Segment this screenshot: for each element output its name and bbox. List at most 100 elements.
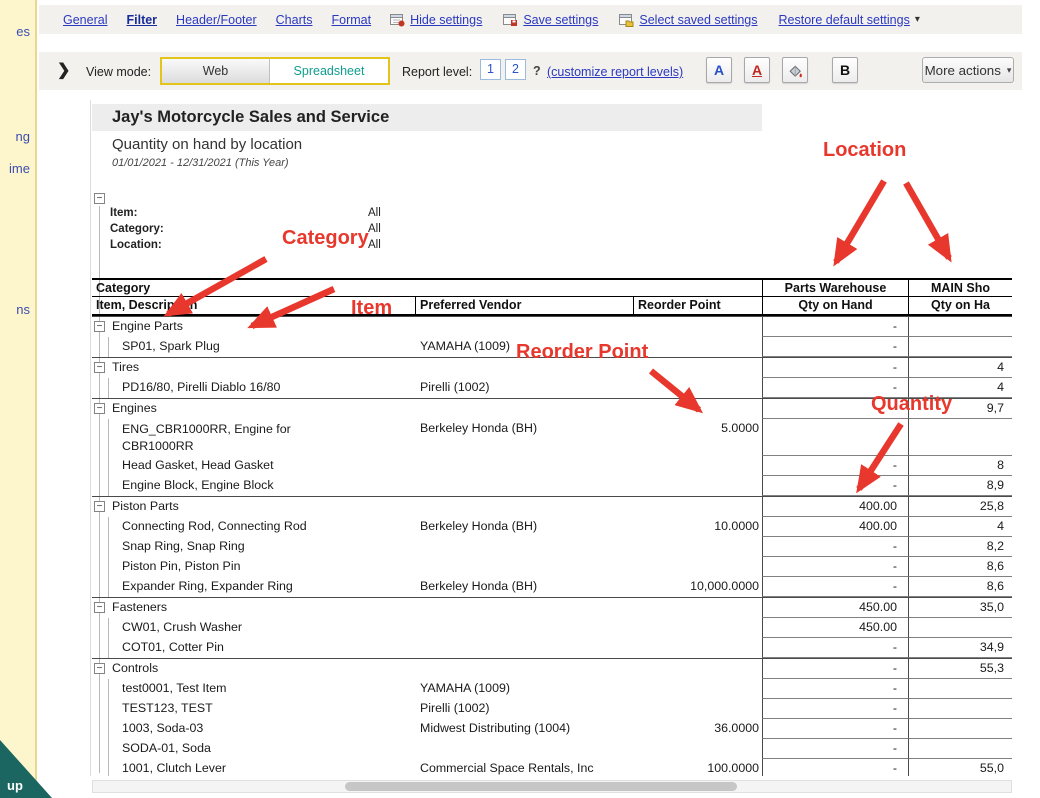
vendor-cell — [415, 598, 633, 618]
report-left-border — [90, 100, 91, 776]
category-row: − Piston Parts 400.00 25,8 — [92, 496, 1012, 517]
table-header-row-2: Item, Description Preferred Vendor Reord… — [92, 297, 1012, 316]
reorder-point-cell — [633, 399, 762, 419]
qty-parts-warehouse-cell: - — [762, 638, 908, 658]
name-cell: test0001, Test Item — [92, 679, 415, 699]
bold-button[interactable]: B — [832, 57, 858, 83]
save-settings-icon — [503, 13, 518, 27]
tab-format[interactable]: Format — [331, 13, 371, 27]
item-row: Head Gasket, Head Gasket -8 — [92, 456, 1012, 476]
company-name: Jay's Motorcycle Sales and Service — [92, 104, 762, 131]
corner-fold-label: up — [7, 778, 23, 793]
collapse-toggle-icon[interactable]: − — [94, 403, 105, 414]
reorder-point-cell — [633, 598, 762, 618]
help-icon[interactable]: ? — [533, 64, 541, 78]
horizontal-scrollbar[interactable] — [92, 780, 1012, 793]
qty-parts-warehouse-cell: - — [762, 476, 908, 496]
name-cell: SODA-01, Soda — [92, 739, 415, 759]
vendor-cell — [415, 399, 633, 419]
column-header-category: Category — [96, 281, 151, 295]
qty-parts-warehouse-cell: - — [762, 358, 908, 378]
reorder-point-cell — [633, 378, 762, 398]
vendor-cell: Commercial Space Rentals, Inc — [420, 761, 594, 775]
report-title: Quantity on hand by location — [112, 136, 303, 153]
column-header-item: Item, Description — [96, 298, 198, 312]
collapse-toggle-icon[interactable]: − — [94, 602, 105, 613]
column-header-location-2: MAIN Sho — [908, 280, 1012, 296]
collapse-toggle-icon[interactable]: − — [94, 501, 105, 512]
reorder-point-cell — [633, 739, 762, 759]
qty-parts-warehouse-cell: - — [762, 456, 908, 476]
qty-main-shop-cell — [908, 419, 1012, 456]
collapse-toggle-icon[interactable]: − — [94, 193, 105, 204]
tab-charts[interactable]: Charts — [276, 13, 313, 27]
collapse-toggle-icon[interactable]: − — [94, 663, 105, 674]
tab-filter[interactable]: Filter — [126, 13, 157, 27]
vendor-cell — [415, 659, 633, 679]
category-row: − Controls -55,3 — [92, 658, 1012, 679]
report-level-2-button[interactable]: 2 — [505, 59, 526, 80]
scrollbar-thumb[interactable] — [345, 782, 737, 791]
fill-color-button[interactable] — [782, 57, 808, 83]
hide-settings-link[interactable]: Hide settings — [410, 13, 482, 27]
view-mode-spreadsheet-button[interactable]: Spreadsheet — [270, 59, 388, 83]
qty-parts-warehouse-cell — [762, 399, 908, 419]
category-row: − Engine Parts - — [92, 316, 1012, 337]
qty-parts-warehouse-cell: 400.00 — [762, 517, 908, 537]
name-cell: − Engines — [92, 399, 415, 419]
item-name: SODA-01, Soda — [122, 741, 211, 755]
save-settings-link[interactable]: Save settings — [523, 13, 598, 27]
select-saved-settings-icon — [619, 13, 634, 27]
sidebar-link-fragment[interactable]: es — [16, 24, 30, 39]
item-row: Snap Ring, Snap Ring -8,2 — [92, 537, 1012, 557]
qty-main-shop-cell: 8,6 — [908, 557, 1012, 577]
sidebar-link-fragment[interactable]: ns — [16, 302, 30, 317]
qty-main-shop-cell: 34,9 — [908, 638, 1012, 658]
reorder-point-cell — [633, 557, 762, 577]
report-level-1-button[interactable]: 1 — [480, 59, 501, 80]
sidebar-link-fragment[interactable]: ime — [9, 161, 30, 176]
tab-general[interactable]: General — [63, 13, 107, 27]
item-name: Connecting Rod, Connecting Rod — [122, 519, 307, 533]
column-header-qty-on-hand-1: Qty on Hand — [762, 297, 908, 314]
item-name: ENG_CBR1000RR, Engine for CBR1000RR — [122, 422, 291, 453]
view-mode-toggle: Web Spreadsheet — [160, 57, 390, 85]
collapse-toggle-icon[interactable]: − — [94, 362, 105, 373]
collapse-toggle-icon[interactable]: − — [94, 321, 105, 332]
expand-panel-chevron-icon[interactable]: ❯ — [57, 60, 70, 80]
vendor-cell — [415, 358, 633, 378]
qty-parts-warehouse-cell: - — [762, 699, 908, 719]
name-cell: 1001, Clutch Lever — [92, 759, 415, 776]
qty-parts-warehouse-cell: 400.00 — [762, 497, 908, 517]
column-header-qty-on-hand-2: Qty on Ha — [908, 297, 1012, 314]
item-row: PD16/80, Pirelli Diablo 16/80 Pirelli (10… — [92, 378, 1012, 398]
item-name: 1001, Clutch Lever — [122, 761, 227, 775]
qty-parts-warehouse-cell: - — [762, 679, 908, 699]
font-color-button[interactable]: A — [706, 57, 732, 83]
reorder-point-cell — [633, 476, 762, 496]
name-cell: Expander Ring, Expander Ring — [92, 577, 415, 597]
sidebar-link-fragment[interactable]: ng — [16, 129, 30, 144]
restore-dropdown-caret-icon[interactable]: ▾ — [915, 14, 920, 25]
vendor-cell — [415, 476, 633, 496]
qty-main-shop-cell: 8,6 — [908, 577, 1012, 597]
reorder-point-cell — [633, 456, 762, 476]
qty-main-shop-cell — [908, 679, 1012, 699]
reorder-point-cell: 100.0000 — [707, 761, 759, 775]
underline-color-button[interactable]: A — [744, 57, 770, 83]
filter-value-item: All — [368, 207, 381, 219]
filter-row: Item: All — [92, 207, 512, 223]
vendor-cell: YAMAHA (1009) — [420, 681, 510, 695]
reorder-point-cell: 10.0000 — [714, 519, 759, 533]
more-actions-button[interactable]: More actions ▾ — [922, 57, 1014, 83]
category-row: − Engines 9,7 — [92, 398, 1012, 419]
tab-header-footer[interactable]: Header/Footer — [176, 13, 257, 27]
customize-report-levels-link[interactable]: (customize report levels) — [547, 65, 683, 79]
view-mode-web-button[interactable]: Web — [162, 59, 270, 83]
item-row: Engine Block, Engine Block -8,9 — [92, 476, 1012, 496]
restore-default-settings-link[interactable]: Restore default settings — [779, 13, 910, 27]
vendor-cell: Berkeley Honda (BH) — [420, 421, 538, 435]
select-saved-settings-link[interactable]: Select saved settings — [639, 13, 757, 27]
report-toolbar: ❯ View mode: Web Spreadsheet Report leve… — [39, 52, 1022, 90]
name-cell: − Engine Parts — [92, 317, 415, 337]
